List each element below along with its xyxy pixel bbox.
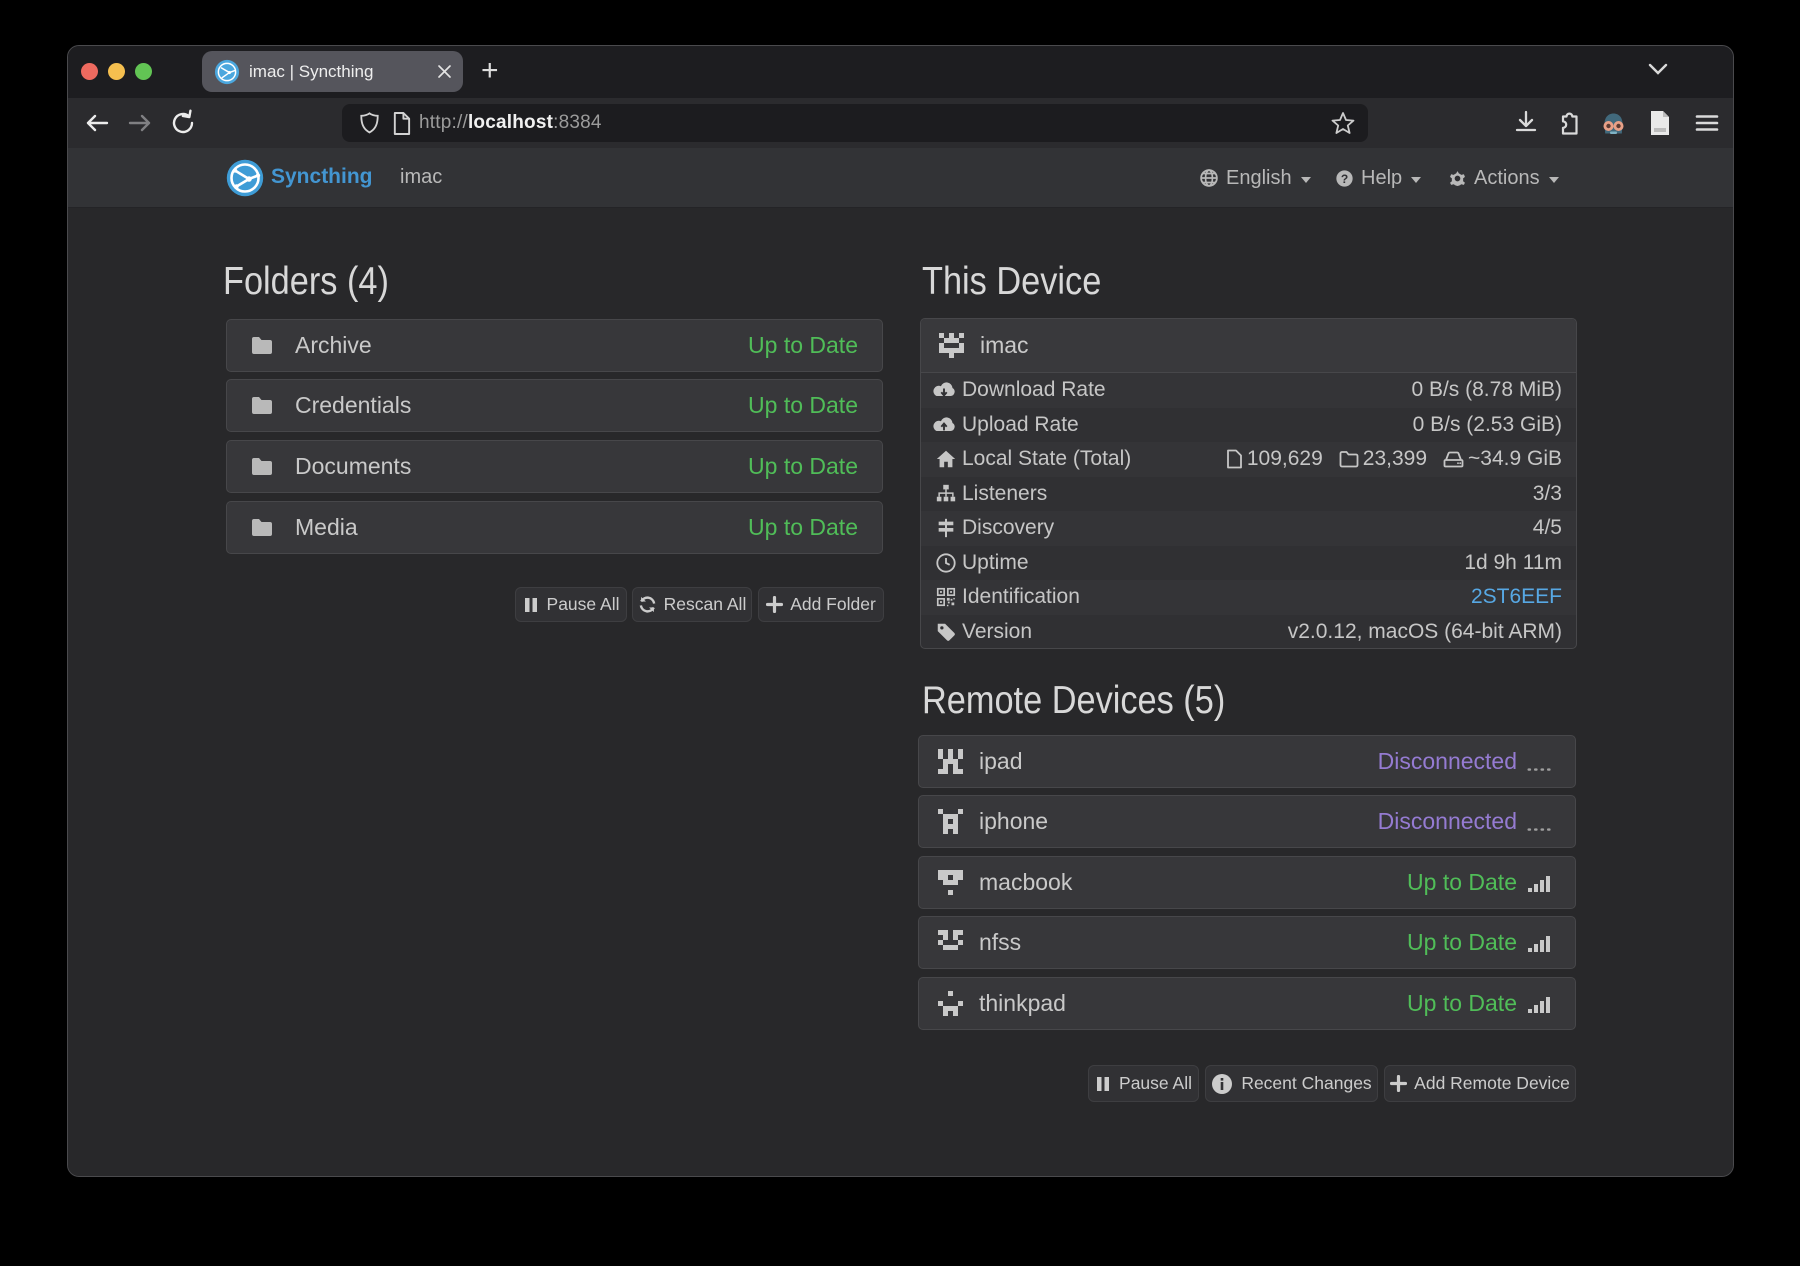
- svg-text:?: ?: [1341, 171, 1348, 185]
